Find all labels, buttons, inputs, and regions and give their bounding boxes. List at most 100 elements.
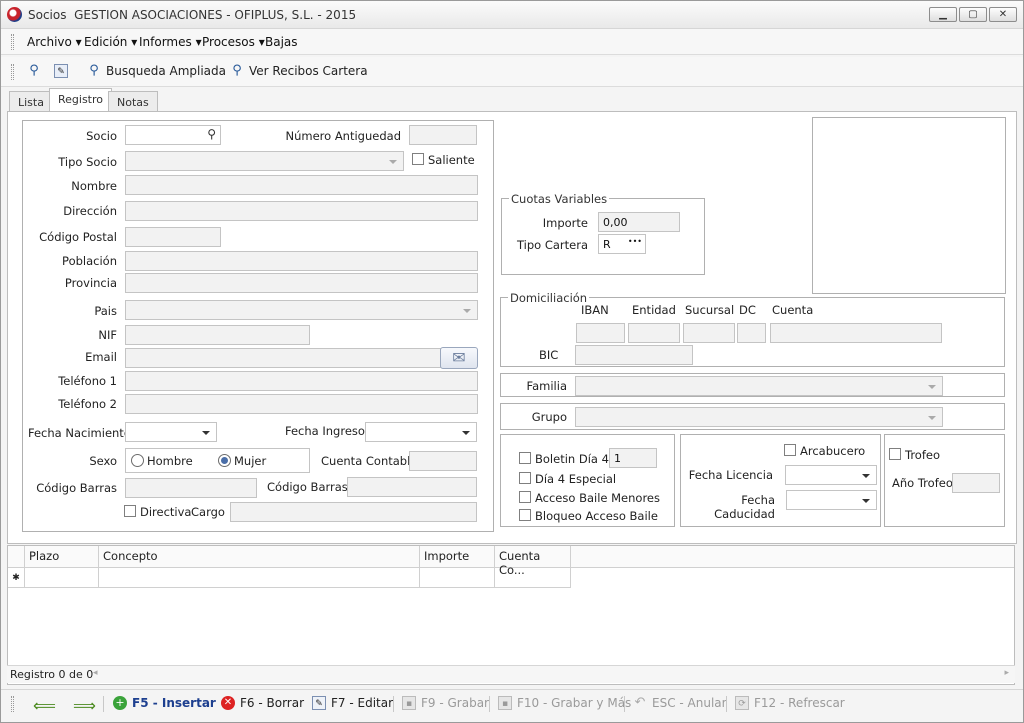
tipo-socio-select[interactable]: [125, 151, 404, 171]
menu-grip: [11, 34, 14, 50]
saliente-checkbox[interactable]: [412, 153, 424, 165]
menu-edicion[interactable]: Edición ▾: [84, 35, 137, 49]
next-record-button[interactable]: ⟹: [73, 696, 96, 715]
nombre-label: Nombre: [71, 179, 117, 193]
tab-strip: Lista Registro Notas: [1, 88, 1023, 112]
codigo-postal-input[interactable]: [125, 227, 221, 247]
cuenta-contable-label: Cuenta Contable: [321, 454, 418, 468]
tipo-socio-label: Tipo Socio: [58, 155, 117, 169]
editar-button[interactable]: ✎ F7 - Editar: [312, 696, 393, 710]
nombre-input[interactable]: [125, 175, 478, 195]
dia4-label: Día 4 Especial: [535, 472, 617, 486]
busqueda-ampliada-button[interactable]: ⚲ Busqueda Ampliada: [87, 64, 226, 79]
refrescar-button[interactable]: ⟳ F12 - Refrescar: [735, 696, 845, 710]
close-button[interactable]: ✕: [989, 7, 1017, 22]
acceso-baile-checkbox[interactable]: [519, 491, 531, 503]
send-email-button[interactable]: ✉: [440, 347, 478, 369]
new-row-concepto-cell[interactable]: [99, 568, 420, 588]
grid-indicator-header: [8, 546, 25, 568]
email-input[interactable]: [125, 348, 441, 368]
provincia-label: Provincia: [64, 276, 117, 290]
toolbar-grip: [11, 64, 14, 80]
domiciliacion-title: Domiciliación: [508, 291, 590, 305]
anular-button[interactable]: ↶ ESC - Anular: [633, 696, 727, 711]
telefono2-input[interactable]: [125, 394, 478, 414]
tab-registro[interactable]: Registro: [49, 88, 113, 112]
nif-input[interactable]: [125, 325, 310, 345]
new-row-cuenta-cell[interactable]: [495, 568, 571, 588]
cuenta-contable-input[interactable]: [409, 451, 477, 471]
cuenta-label: Cuenta: [772, 303, 814, 317]
ver-recibos-button[interactable]: ⚲ Ver Recibos Cartera: [230, 64, 367, 79]
cargo-input[interactable]: [230, 502, 477, 522]
poblacion-label: Población: [62, 254, 117, 268]
grupo-select[interactable]: [575, 407, 943, 427]
grid-header-cuenta[interactable]: Cuenta Co...: [495, 546, 571, 577]
directiva-checkbox[interactable]: [124, 505, 136, 517]
boletin-checkbox[interactable]: [519, 452, 531, 464]
codigo-barras-input[interactable]: [125, 478, 257, 498]
edit-search-button[interactable]: ✎: [54, 64, 68, 78]
new-row-plazo-cell[interactable]: [25, 568, 99, 588]
minimize-button[interactable]: ▁: [929, 7, 957, 22]
bic-input[interactable]: [575, 345, 693, 365]
grabar-y-mas-button[interactable]: ▪ F10 - Grabar y Más: [498, 696, 631, 710]
search-button[interactable]: ⚲: [27, 64, 41, 78]
numero-antiguedad-input[interactable]: [409, 125, 477, 145]
separator: [489, 696, 490, 712]
insertar-button[interactable]: + F5 - Insertar: [113, 696, 216, 710]
telefono1-input[interactable]: [125, 371, 478, 391]
trofeo-checkbox[interactable]: [889, 448, 901, 460]
grid-header-plazo[interactable]: Plazo: [25, 546, 99, 568]
direccion-input[interactable]: [125, 201, 478, 221]
hombre-radio[interactable]: [131, 454, 144, 467]
menu-archivo[interactable]: Archivo ▾: [27, 35, 82, 49]
tipo-cartera-input[interactable]: R •••: [598, 234, 646, 254]
fecha-licencia-picker[interactable]: [785, 465, 877, 485]
codigo-barras2-input[interactable]: [347, 477, 477, 497]
search-icon[interactable]: ⚲: [207, 127, 216, 141]
fecha-nacimiento-picker[interactable]: [125, 422, 217, 442]
scroll-right-icon[interactable]: ▸: [1004, 668, 1009, 678]
dc-input[interactable]: [737, 323, 766, 343]
scroll-left-icon[interactable]: ◂: [93, 668, 98, 678]
iban-input[interactable]: [576, 323, 625, 343]
arcabucero-checkbox[interactable]: [784, 444, 796, 456]
save-icon: ▪: [402, 696, 416, 710]
tab-lista[interactable]: Lista: [9, 91, 53, 111]
boletin-input[interactable]: 1: [609, 448, 657, 468]
socio-input[interactable]: ⚲: [125, 125, 221, 145]
codigo-barras2-label: Código Barras: [267, 480, 348, 494]
menu-informes[interactable]: Informes ▾: [139, 35, 202, 49]
dia4-checkbox[interactable]: [519, 472, 531, 484]
entidad-input[interactable]: [628, 323, 680, 343]
anio-trofeo-input[interactable]: [952, 473, 1000, 493]
poblacion-input[interactable]: [125, 251, 478, 271]
fecha-ingreso-picker[interactable]: [365, 422, 477, 442]
familia-select[interactable]: [575, 376, 943, 396]
ellipsis-icon[interactable]: •••: [628, 237, 642, 246]
sucursal-input[interactable]: [683, 323, 735, 343]
record-count: Registro 0 de 0: [10, 668, 94, 681]
provincia-input[interactable]: [125, 273, 478, 293]
grid-header-concepto[interactable]: Concepto: [99, 546, 420, 568]
menu-procesos[interactable]: Procesos ▾: [202, 35, 265, 49]
grid-header-importe[interactable]: Importe: [420, 546, 495, 568]
fecha-licencia-label: Fecha Licencia: [688, 468, 773, 482]
pais-select[interactable]: [125, 300, 478, 320]
importe-input[interactable]: 0,00: [598, 212, 680, 232]
tab-notas[interactable]: Notas: [108, 91, 158, 111]
mujer-radio[interactable]: [218, 454, 231, 467]
edit-document-icon: ✎: [54, 64, 68, 78]
entidad-label: Entidad: [632, 303, 676, 317]
photo-box[interactable]: [812, 117, 1006, 294]
bloqueo-baile-checkbox[interactable]: [519, 509, 531, 521]
fecha-caducidad-picker[interactable]: [786, 490, 877, 510]
new-row-importe-cell[interactable]: [420, 568, 495, 588]
grabar-button[interactable]: ▪ F9 - Grabar: [402, 696, 489, 710]
maximize-button[interactable]: ▢: [959, 7, 987, 22]
menu-bajas[interactable]: Bajas: [265, 35, 298, 49]
borrar-button[interactable]: ✕ F6 - Borrar: [221, 696, 304, 710]
previous-record-button[interactable]: ⟸: [33, 696, 56, 715]
cuenta-input[interactable]: [770, 323, 942, 343]
